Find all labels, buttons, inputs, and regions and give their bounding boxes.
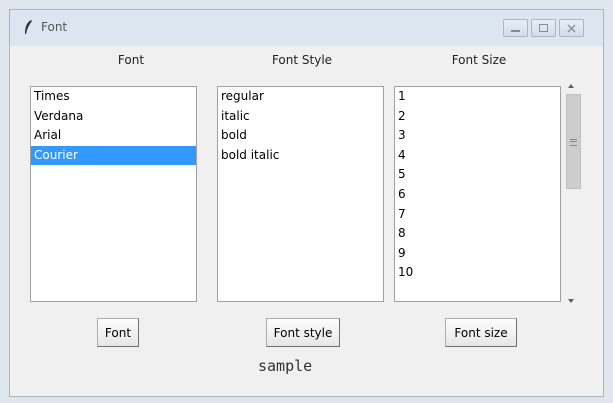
size-scrollbar[interactable] (563, 82, 582, 305)
minimize-button[interactable] (503, 19, 528, 37)
scroll-up-arrow-icon[interactable] (568, 84, 574, 88)
font-size-listbox[interactable]: 1 2 3 4 5 6 7 8 9 10 (394, 86, 561, 302)
font-style-button[interactable]: Font style (266, 318, 340, 347)
size-list-item[interactable]: 3 (395, 126, 560, 146)
size-list-item[interactable]: 6 (395, 185, 560, 205)
grip-icon (570, 139, 577, 146)
size-list-item[interactable]: 9 (395, 244, 560, 264)
font-style-header: Font Style (271, 53, 333, 67)
font-list-item-selected[interactable]: Courier (31, 145, 196, 166)
close-button[interactable] (559, 19, 584, 37)
size-list-item[interactable]: 4 (395, 146, 560, 166)
font-list-item[interactable]: Times (31, 87, 196, 107)
size-list-item[interactable]: 1 (395, 87, 560, 107)
font-button[interactable]: Font (97, 318, 139, 347)
font-header: Font (117, 53, 145, 67)
maximize-button[interactable] (531, 19, 556, 37)
font-window: Font Font Font Style Font Size Times Ver… (9, 9, 604, 397)
style-list-item[interactable]: italic (218, 107, 383, 127)
close-icon (567, 24, 576, 32)
style-list-item[interactable]: regular (218, 87, 383, 107)
minimize-icon (511, 30, 520, 32)
style-list-item[interactable]: bold italic (218, 146, 383, 166)
font-list-item[interactable]: Verdana (31, 107, 196, 127)
feather-icon (25, 20, 32, 34)
font-list-item[interactable]: Arial (31, 126, 196, 146)
scrollbar-thumb[interactable] (566, 94, 581, 189)
size-list-item[interactable]: 5 (395, 165, 560, 185)
font-style-listbox[interactable]: regular italic bold bold italic (217, 86, 384, 302)
font-size-header: Font Size (451, 53, 507, 67)
window-title: Font (41, 20, 68, 34)
size-list-item[interactable]: 7 (395, 205, 560, 225)
size-list-item[interactable]: 2 (395, 107, 560, 127)
scroll-down-arrow-icon[interactable] (568, 299, 574, 303)
size-list-item[interactable]: 10 (395, 263, 560, 283)
title-bar[interactable]: Font (10, 10, 603, 46)
maximize-icon (539, 24, 548, 32)
size-list-item[interactable]: 8 (395, 224, 560, 244)
style-list-item[interactable]: bold (218, 126, 383, 146)
font-size-button[interactable]: Font size (445, 318, 517, 347)
sample-text: sample (258, 357, 313, 375)
font-listbox[interactable]: Times Verdana Arial Courier (30, 86, 197, 302)
